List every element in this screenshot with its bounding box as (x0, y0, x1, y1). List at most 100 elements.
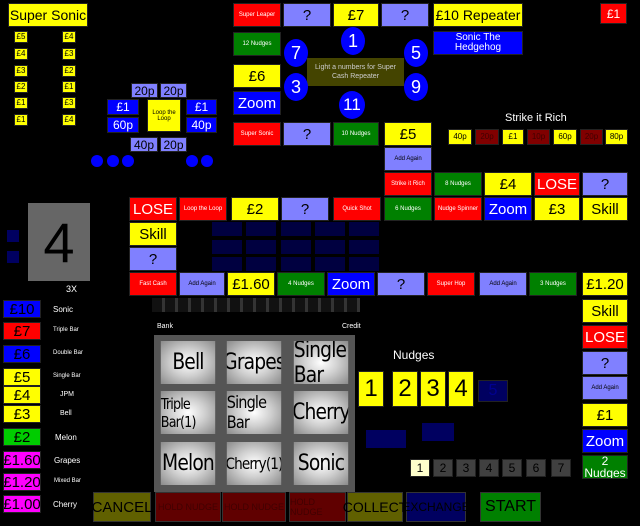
reel-symbol: Cherry(1) (226, 442, 282, 485)
number-row-cell: 7 (551, 459, 571, 477)
number-lamp-3: 3 (284, 73, 308, 101)
nudge-spinner: Nudge Spinner (434, 197, 482, 221)
number-lamp-7: 7 (284, 39, 308, 67)
strike-cell: 10p (527, 129, 550, 145)
dim-cell (281, 240, 311, 254)
credit-label: Credit (342, 323, 361, 330)
mystery-cell: ? (129, 247, 177, 271)
mystery-cell: ? (377, 272, 425, 296)
cancel-button[interactable]: CANCEL (92, 492, 152, 522)
number-row-cell: 4 (479, 459, 499, 477)
nudge-digit: 2 (392, 371, 418, 407)
paytable-name: JPM (60, 391, 74, 398)
dim-cell (315, 240, 345, 254)
collect-button[interactable]: COLLECT (343, 492, 407, 522)
paytable-name: Single Bar (53, 373, 81, 379)
paytable-name: Melon (55, 433, 77, 442)
prize-2: £2 (231, 197, 279, 221)
loop-20p: 20p (160, 83, 187, 98)
reel-symbol: Cherry (293, 391, 349, 434)
strike-cell: 80p (605, 129, 628, 145)
lamp: £3 (62, 97, 76, 109)
super-leaper: Super Leaper (233, 3, 281, 27)
hold-nudge-button-3[interactable]: HOLD NUDGE (289, 492, 346, 522)
strike-cell: 60p (553, 129, 577, 145)
meter-digits (152, 298, 360, 312)
mystery-cell: ? (283, 3, 331, 27)
nudges-6: 6 Nudges (384, 197, 432, 221)
hold-nudge-button-1[interactable]: HOLD NUDGE (155, 492, 221, 522)
dim-cell (246, 222, 276, 236)
prize-7: £7 (333, 3, 379, 27)
paytable-prize: £7 (3, 322, 41, 340)
game-title: Super Sonic (8, 3, 88, 27)
dim-cell (246, 257, 276, 271)
paytable-name: Grapes (54, 456, 81, 465)
prize-1-60: £1.60 (227, 272, 275, 296)
lamp: £2 (62, 65, 76, 77)
repeater-10: £10 Repeater (433, 3, 523, 27)
exchange-button[interactable]: EXCHANGE (402, 492, 470, 522)
nudges-8: 8 Nudges (434, 172, 482, 196)
strike-it-rich-cell: Strike it Rich (384, 172, 432, 196)
paytable-prize: £3 (3, 405, 41, 423)
prize-1: £1 (582, 403, 628, 427)
dim-cell (212, 240, 242, 254)
loop-dot (186, 155, 198, 167)
strike-cell: 20p (475, 129, 499, 145)
loop-20p: 20p (131, 83, 158, 98)
loop-dot (91, 155, 103, 167)
quick-shot: Quick Shot (333, 197, 381, 221)
reel-window: Bell Grapes Single Bar Triple Bar(1) Sin… (154, 335, 355, 492)
lose-cell: LOSE (582, 325, 628, 349)
number-row-cell: 6 (526, 459, 546, 477)
strike-cell: £1 (502, 129, 524, 145)
nudges-12: 12 Nudges (233, 32, 281, 56)
dim-cell (246, 240, 276, 254)
nudge-digit: 4 (448, 371, 474, 407)
dim-cell (349, 257, 379, 271)
paytable-name: Sonic (53, 305, 74, 314)
lamp: £1 (14, 114, 28, 126)
strike-cell: 20p (580, 129, 603, 145)
paytable-name: Bell (60, 410, 72, 417)
nudges-title: Nudges (393, 348, 435, 362)
add-again: Add Again (479, 272, 527, 296)
reel-symbol: Triple Bar(1) (160, 391, 216, 434)
nudge-digit: 1 (358, 371, 384, 407)
lamp: £4 (62, 31, 76, 43)
paytable-prize: £4 (3, 386, 41, 404)
reel-symbol: Single Bar (226, 391, 282, 434)
dim-cell (315, 257, 345, 271)
number-row-cell: 2 (433, 459, 453, 477)
loop-dot (201, 155, 213, 167)
zoom-cell: Zoom (582, 429, 628, 453)
loop-20p: 20p (160, 137, 187, 152)
dim-cell (281, 257, 311, 271)
paytable-prize: £1.20 (3, 473, 41, 491)
super-sonic-cell: Super Sonic (233, 122, 281, 146)
skill-cell: Skill (129, 222, 177, 246)
paytable-prize: £2 (3, 428, 41, 446)
reel-symbol: Melon (160, 442, 216, 485)
number-lamp-5: 5 (404, 39, 428, 67)
paytable-name: Double Bar (53, 350, 84, 356)
dim-cell (212, 222, 242, 236)
hold-nudge-button-2[interactable]: HOLD NUDGE (222, 492, 286, 522)
loop-40p: 40p (186, 117, 217, 133)
dim-cell (349, 222, 379, 236)
lamp: £1 (14, 97, 28, 109)
mystery-cell: ? (582, 351, 628, 375)
start-button[interactable]: START (480, 492, 541, 522)
lamp: £1 (62, 81, 76, 93)
lamp: £4 (62, 114, 76, 126)
loop-1: £1 (107, 99, 139, 115)
nudge-digit: 3 (420, 371, 446, 407)
add-again: Add Again (384, 147, 432, 171)
loop-60p: 60p (107, 117, 139, 133)
dim-lamp (7, 230, 19, 242)
lamp: £4 (14, 48, 28, 60)
credit-lamp: £1 (600, 3, 627, 24)
lose-cell: LOSE (534, 172, 580, 196)
skill-cell: Skill (582, 197, 628, 221)
